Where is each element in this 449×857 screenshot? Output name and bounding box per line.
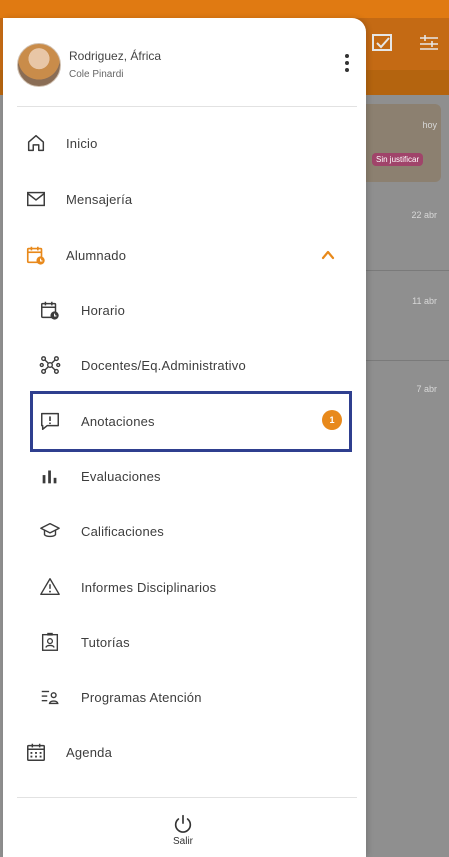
alert-message-icon [41,412,59,430]
notification-badge: 1 [322,410,342,430]
logout-label: Salir [172,836,193,847]
menu-item-agenda[interactable]: Agenda [3,732,366,772]
profile-school: Cole Pinardi [69,69,124,80]
logout-button[interactable]: Salir [158,813,208,847]
chevron-up-icon[interactable] [321,248,335,262]
status-badge: Sin justificar [372,153,424,166]
avatar [17,43,61,87]
bar-chart-icon [42,470,57,484]
menu-item-alumnado[interactable]: Alumnado [3,235,366,275]
network-icon [39,356,61,374]
bg-date: hoy [422,120,437,130]
id-badge-icon [41,632,59,651]
bg-date: 11 abr [412,296,437,306]
menu-label: Informes Disciplinarios [81,579,217,595]
menu-label: Horario [81,302,126,318]
profile-header: Rodriguez, África Cole Pinardi [17,43,357,93]
more-options-icon[interactable] [342,52,352,76]
graduation-cap-icon [40,522,60,538]
mail-icon [27,191,45,207]
menu-item-docentes[interactable]: Docentes/Eq.Administrativo [3,345,366,385]
list-item[interactable] [355,272,449,361]
menu-label: Tutorías [81,634,130,650]
status-strip [0,0,449,18]
menu-label: Evaluaciones [81,468,161,484]
menu-item-informes-disciplinarios[interactable]: Informes Disciplinarios [3,567,366,607]
warning-icon [40,578,60,596]
menu-label: Programas Atención [81,689,202,705]
menu-label: Inicio [66,135,98,151]
checkbox-icon[interactable] [372,34,394,57]
bg-date: 7 abr [416,384,437,394]
calendar-grid-icon [27,743,45,761]
bg-date: 22 abr [411,210,437,220]
divider [17,797,357,798]
calendar-clock-icon [26,246,45,265]
menu-label: Calificaciones [81,523,165,539]
menu-item-calificaciones[interactable]: Calificaciones [3,511,366,551]
power-icon [174,814,192,833]
menu-item-mensajeria[interactable]: Mensajería [3,179,366,219]
profile-name: Rodriguez, África [69,49,162,63]
navigation-drawer: Rodriguez, África Cole Pinardi Inicio Me… [3,18,366,857]
menu-label: Anotaciones [81,413,155,429]
list-item[interactable] [355,190,449,271]
menu-label: Alumnado [66,247,127,263]
menu-item-tutorias[interactable]: Tutorías [3,622,366,662]
calendar-clock-icon [41,301,59,320]
menu-item-inicio[interactable]: Inicio [3,123,366,163]
menu-label: Mensajería [66,191,133,207]
list-person-icon [41,690,59,705]
menu-item-anotaciones[interactable]: Anotaciones [3,401,366,441]
menu-label: Agenda [66,744,113,760]
home-icon [27,134,45,152]
filter-icon[interactable] [418,34,440,57]
bg-card [355,104,441,182]
menu-item-programas-atencion[interactable]: Programas Atención [3,677,366,717]
divider [17,106,357,107]
menu-item-evaluaciones[interactable]: Evaluaciones [3,456,366,496]
menu-item-horario[interactable]: Horario [3,290,366,330]
menu-label: Docentes/Eq.Administrativo [81,357,246,373]
